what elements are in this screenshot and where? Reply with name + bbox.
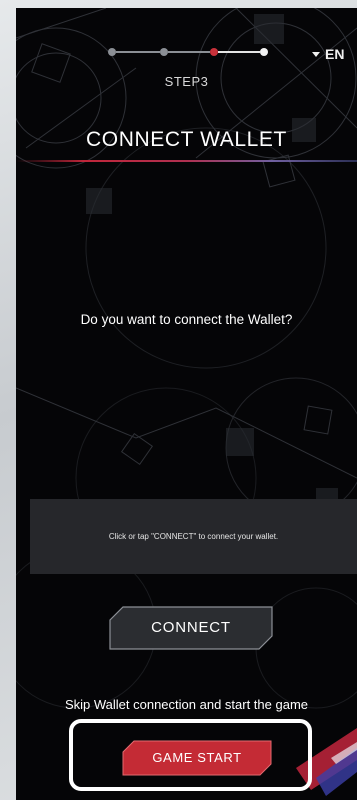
caret-down-icon [312, 51, 320, 57]
step-connector [168, 51, 210, 53]
background-decoration [16, 8, 357, 709]
language-label: EN [325, 46, 345, 62]
language-selector[interactable]: EN [312, 46, 344, 62]
info-text: Click or tap "CONNECT" to connect your w… [108, 532, 279, 541]
connect-question: Do you want to connect the Wallet? [80, 312, 293, 327]
step-4-dot [260, 48, 268, 56]
game-start-button[interactable]: GAME START [122, 740, 272, 776]
connect-button[interactable]: CONNECT [109, 606, 273, 650]
step-connector [116, 51, 160, 53]
step-1-dot [108, 48, 116, 56]
screen-background: STEP3 EN CONNECT WALLET Do you want to c… [0, 0, 357, 800]
step-2-dot [160, 48, 168, 56]
game-panel: STEP3 EN CONNECT WALLET Do you want to c… [16, 8, 357, 800]
step-connector [218, 51, 260, 53]
step-label: STEP3 [164, 74, 209, 89]
info-box: Click or tap "CONNECT" to connect your w… [30, 499, 357, 574]
page-title: CONNECT WALLET [86, 128, 287, 151]
step-3-dot [210, 48, 218, 56]
title-divider [16, 160, 357, 162]
step-progress [108, 46, 268, 58]
connect-button-label: CONNECT [151, 619, 231, 636]
game-start-button-label: GAME START [152, 750, 242, 765]
